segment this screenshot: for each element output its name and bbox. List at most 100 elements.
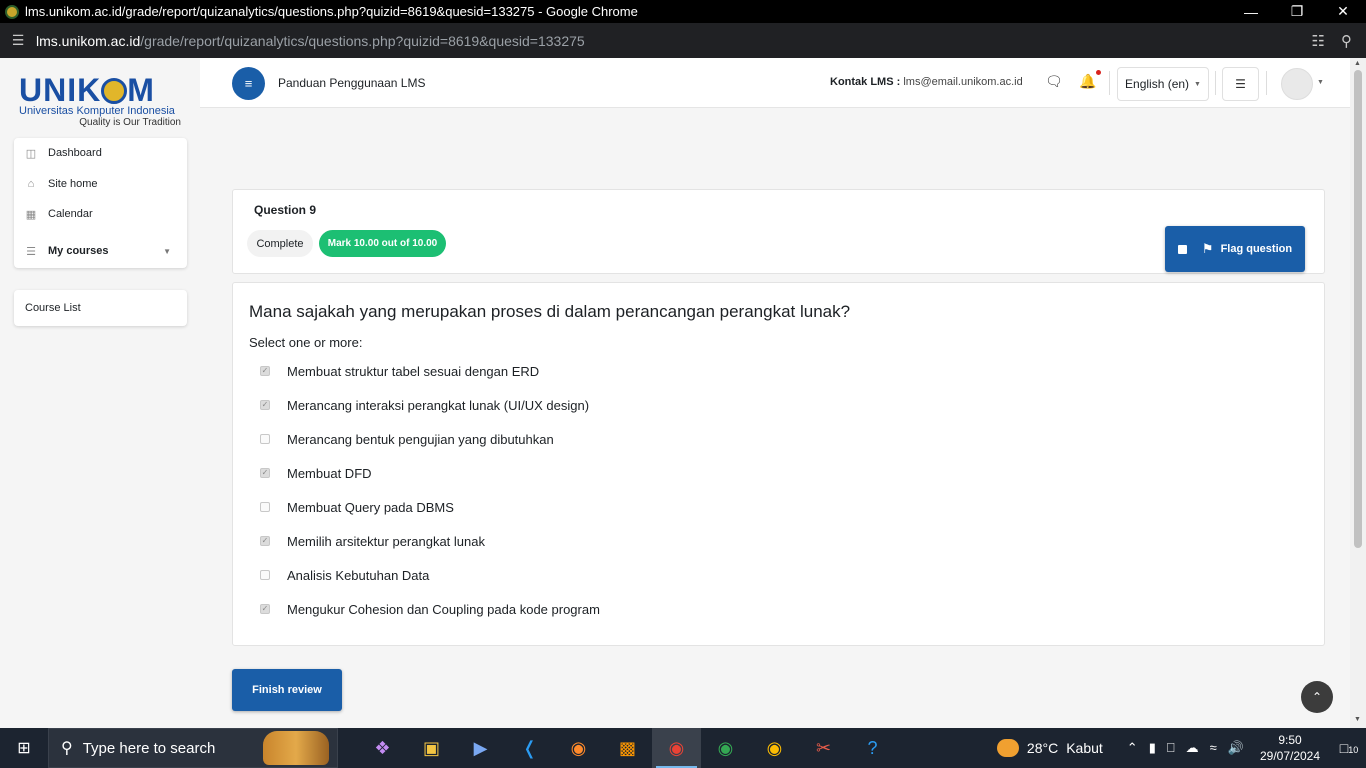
windows-start-icon[interactable]: ⊞	[0, 728, 48, 768]
page-header: ≡ Panduan Penggunaan LMS Kontak LMS : lm…	[200, 58, 1350, 108]
zoom-icon[interactable]: ⚲	[1341, 32, 1352, 50]
answer-prompt: Select one or more:	[249, 335, 363, 350]
answer-checkbox[interactable]: ✓	[260, 400, 270, 410]
close-icon[interactable]: ✕	[1320, 0, 1366, 23]
nav-item-calendar[interactable]: ▦ Calendar	[14, 200, 187, 228]
list-icon: ☰	[26, 245, 36, 258]
logo-seal-icon	[101, 78, 128, 104]
flag-icon: ⚑	[1201, 241, 1214, 256]
answer-option: Merancang bentuk pengujian yang dibutuhk…	[260, 429, 554, 449]
taskbar-clock[interactable]: 9:50 29/07/2024	[1258, 732, 1322, 764]
home-icon: ⌂	[27, 178, 35, 190]
contact-info: Kontak LMS : lms@email.unikom.ac.id	[830, 76, 1023, 88]
unikom-logo[interactable]: UNIK M Universitas Komputer Indonesia Qua…	[19, 74, 181, 128]
usb-icon[interactable]: ⎕	[1167, 740, 1175, 756]
scroll-up-icon[interactable]: ▲	[1354, 60, 1361, 67]
system-tray: 28°C Kabut ⌃ ▮ ⎕ ☁ ≈ 🔊 9:50 29/07/2024 □…	[996, 728, 1366, 768]
answer-option: Analisis Kebutuhan Data	[260, 565, 429, 585]
chevron-down-icon: ▼	[163, 246, 171, 256]
taskbar-search-box[interactable]: ⚲ Type here to search	[48, 728, 338, 768]
volume-icon[interactable]: 🔊	[1228, 740, 1244, 756]
chrome-profile-icon[interactable]: ◉	[750, 728, 799, 768]
weather-widget[interactable]: 28°C Kabut	[996, 739, 1103, 757]
site-info-icon[interactable]: ☰	[0, 32, 36, 49]
language-selector[interactable]: English (en) ▼	[1117, 67, 1209, 101]
scrollbar-thumb[interactable]	[1354, 70, 1362, 548]
url-text[interactable]: lms.unikom.ac.id/grade/report/quizanalyt…	[36, 33, 1312, 49]
chrome-icon[interactable]: ◉	[701, 728, 750, 768]
windows-taskbar: ⊞ ⚲ Type here to search ❖ ▣ ▶ ❬ ◉ ▩ ◉ ◉ …	[0, 728, 1366, 768]
help-icon[interactable]: ?	[848, 728, 897, 768]
course-list-link[interactable]: Course List	[14, 290, 187, 326]
chevron-up-icon[interactable]: ⌃	[1127, 740, 1138, 756]
wifi-icon[interactable]: ≈	[1210, 740, 1217, 756]
translate-icon[interactable]: ☷	[1312, 32, 1325, 50]
answer-option: ✓ Memilih arsitektur perangkat lunak	[260, 533, 485, 549]
site-favicon-icon	[5, 4, 19, 19]
chrome-active-icon[interactable]: ◉	[652, 728, 701, 768]
address-bar[interactable]: ☰ lms.unikom.ac.id/grade/report/quizanal…	[0, 23, 1366, 58]
chevron-down-icon: ▼	[1194, 80, 1201, 88]
notification-badge	[1096, 70, 1101, 75]
dashboard-icon: ◫	[25, 147, 37, 160]
nav-item-my-courses[interactable]: ☰ My courses ▼	[14, 237, 187, 265]
media-player-icon[interactable]: ▶	[456, 728, 505, 768]
chevron-down-icon[interactable]: ▼	[1317, 79, 1324, 86]
weather-icon	[996, 739, 1019, 757]
snipping-tool-icon[interactable]: ✂	[799, 728, 848, 768]
answer-checkbox[interactable]: ✓	[260, 604, 270, 614]
question-content-card: Mana sajakah yang merupakan proses di da…	[232, 282, 1325, 646]
header-divider	[1109, 71, 1110, 95]
answer-checkbox[interactable]: ✓	[260, 468, 270, 478]
sublime-text-icon[interactable]: ▩	[603, 728, 652, 768]
answer-checkbox[interactable]	[260, 570, 270, 580]
flag-checkbox[interactable]	[1177, 244, 1187, 254]
site-brand-link[interactable]: Panduan Penggunaan LMS	[278, 76, 425, 90]
search-highlight-image	[263, 731, 329, 765]
nav-drawer: UNIK M Universitas Komputer Indonesia Qua…	[0, 58, 200, 728]
chevron-up-icon: ⌃	[1311, 690, 1323, 704]
answer-option: ✓ Membuat struktur tabel sesuai dengan E…	[260, 363, 540, 379]
logo-university-name: Universitas Komputer Indonesia	[19, 105, 175, 117]
cloud-icon[interactable]: ☁	[1186, 740, 1199, 756]
list-icon: ☰	[1235, 77, 1246, 91]
copilot-icon[interactable]: ❖	[358, 728, 407, 768]
menu-icon: ≡	[244, 76, 253, 91]
notifications-bell-icon[interactable]: 🔔	[1079, 73, 1096, 90]
answer-checkbox[interactable]	[260, 434, 270, 444]
back-to-top-button[interactable]: ⌃	[1301, 681, 1333, 713]
minimize-icon[interactable]: —	[1228, 0, 1274, 23]
nav-item-site-home[interactable]: ⌂ Site home	[14, 170, 187, 198]
notification-center-icon[interactable]: □10	[1332, 740, 1366, 756]
question-mark-badge: Mark 10.00 out of 10.00	[319, 230, 446, 257]
browser-title-bar: lms.unikom.ac.id/grade/report/quizanalyt…	[0, 0, 1366, 23]
answer-option: Membuat Query pada DBMS	[260, 497, 454, 517]
main-nav: ◫ Dashboard ⌂ Site home ▦ Calendar ☰ My …	[14, 138, 187, 268]
file-explorer-icon[interactable]: ▣	[407, 728, 456, 768]
finish-review-button[interactable]: Finish review	[232, 669, 342, 711]
answer-option: ✓ Membuat DFD	[260, 465, 372, 481]
header-divider	[1266, 71, 1267, 95]
drawer-toggle-button[interactable]: ≡	[232, 67, 265, 100]
scroll-down-icon[interactable]: ▼	[1354, 716, 1361, 723]
messages-icon[interactable]: 🗨	[1045, 73, 1063, 90]
header-divider	[1215, 71, 1216, 95]
answer-checkbox[interactable]	[260, 502, 270, 512]
nav-item-dashboard[interactable]: ◫ Dashboard	[14, 139, 187, 167]
page-scrollbar[interactable]: ▲ ▼	[1350, 58, 1366, 728]
firefox-icon[interactable]: ◉	[554, 728, 603, 768]
question-info-card: Question 9 Complete Mark 10.00 out of 10…	[232, 189, 1325, 274]
battery-icon[interactable]: ▮	[1149, 740, 1156, 756]
question-state-badge: Complete	[247, 230, 313, 257]
answer-checkbox[interactable]: ✓	[260, 536, 270, 546]
user-avatar[interactable]	[1281, 68, 1313, 100]
vscode-icon[interactable]: ❬	[505, 728, 554, 768]
search-icon: ⚲	[61, 740, 73, 757]
flag-question-button[interactable]: ⚑ Flag question	[1165, 226, 1305, 272]
calendar-icon: ▦	[25, 208, 37, 221]
question-number: Question 9	[254, 203, 317, 217]
restore-icon[interactable]: ❐	[1274, 0, 1320, 23]
answer-checkbox[interactable]: ✓	[260, 366, 270, 376]
blocks-toggle-button[interactable]: ☰	[1222, 67, 1259, 101]
question-text: Mana sajakah yang merupakan proses di da…	[249, 302, 851, 321]
